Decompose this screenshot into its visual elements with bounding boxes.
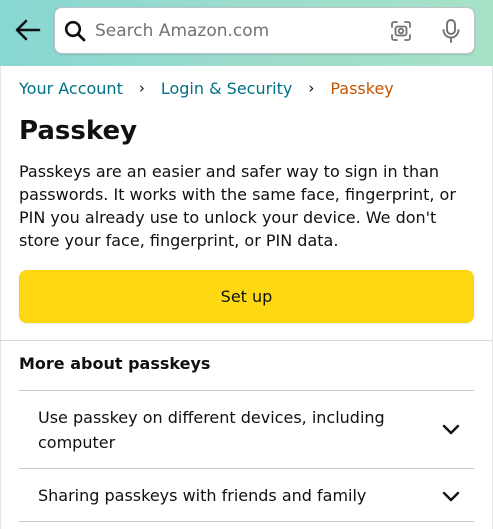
search-icon[interactable] <box>64 20 86 42</box>
search-box[interactable] <box>54 7 475 54</box>
breadcrumb-separator: › <box>138 79 145 97</box>
breadcrumb-login-security[interactable]: Login & Security <box>161 79 293 98</box>
top-search-bar <box>0 0 493 66</box>
camera-lens-icon[interactable] <box>389 19 413 43</box>
breadcrumb-current-passkey: Passkey <box>330 78 394 98</box>
back-button[interactable] <box>12 14 44 46</box>
arrow-left-icon <box>15 19 41 41</box>
breadcrumb-separator: › <box>308 79 315 97</box>
accordion-item-different-devices[interactable]: Use passkey on different devices, includ… <box>19 391 474 467</box>
accordion-divider <box>19 521 474 522</box>
microphone-icon[interactable] <box>439 18 463 44</box>
breadcrumb: Your Account › Login & Security › Passke… <box>19 76 394 100</box>
section-divider <box>0 340 493 341</box>
more-about-passkeys-heading: More about passkeys <box>19 354 211 373</box>
accordion-item-label: Sharing passkeys with friends and family <box>38 486 367 505</box>
accordion-item-label: Use passkey on different devices, includ… <box>38 408 385 452</box>
accordion-item-sharing-passkeys[interactable]: Sharing passkeys with friends and family <box>19 469 474 521</box>
setup-button[interactable]: Set up <box>19 270 474 323</box>
search-input[interactable] <box>95 17 375 45</box>
passkey-description: Passkeys are an easier and safer way to … <box>19 162 456 250</box>
left-edge-divider <box>0 66 1 529</box>
chevron-down-icon[interactable] <box>442 424 460 436</box>
chevron-down-icon[interactable] <box>442 491 460 503</box>
breadcrumb-your-account[interactable]: Your Account <box>19 79 123 98</box>
page-title: Passkey <box>19 116 138 146</box>
